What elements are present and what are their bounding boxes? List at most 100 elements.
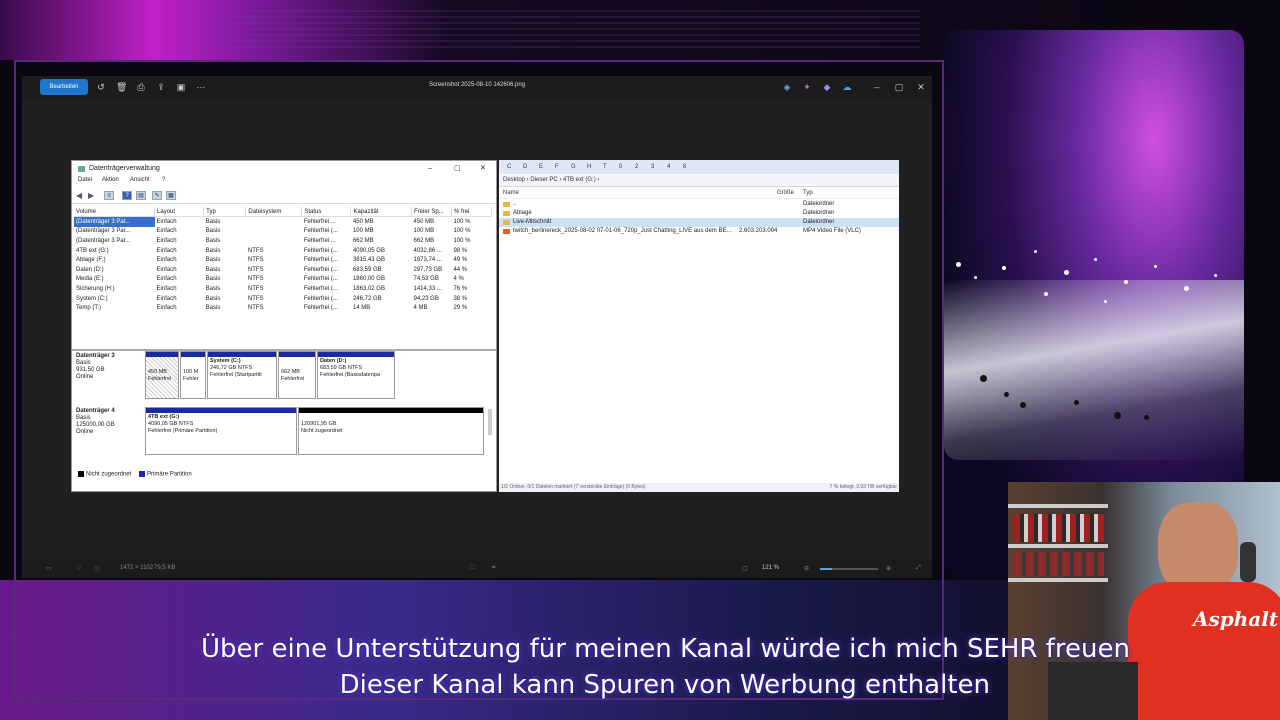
disk3-p1-status: Fehlerfrei bbox=[148, 376, 172, 382]
list-view-icon[interactable]: ≡ bbox=[104, 191, 114, 200]
explorer-status-bar: 1/2 Ordner, 0/1 Dateien markiert (7 vers… bbox=[499, 483, 899, 492]
menu-help[interactable]: ? bbox=[162, 177, 165, 183]
menu-datei[interactable]: Datei bbox=[78, 177, 92, 183]
cloud-icon[interactable]: ☁ bbox=[842, 82, 852, 92]
disk3-partition-daten[interactable]: Daten (D:) 683,59 GB NTFS Fehlerfrei (Basi… bbox=[317, 351, 395, 399]
volume-row[interactable]: 4TB ext (G:) Einfach Basis NTFS Fehlerfrei (… bbox=[74, 246, 492, 256]
disk-view-icon[interactable]: ▤ bbox=[136, 191, 146, 200]
menu-ansicht[interactable]: Ansicht bbox=[130, 177, 150, 183]
col-freier-speicher[interactable]: Freier Sp... bbox=[411, 207, 452, 217]
drive-button[interactable]: 0 bbox=[619, 164, 622, 170]
disk-pane-scrollbar[interactable] bbox=[488, 409, 492, 435]
filmstrip-icon[interactable]: ▭ bbox=[46, 565, 52, 572]
disk3-p2-size: 100 M bbox=[183, 369, 199, 375]
col-size[interactable]: Größe bbox=[777, 190, 794, 196]
back-arrow-icon[interactable]: ◀ bbox=[76, 191, 82, 200]
properties-icon[interactable]: ✎ bbox=[152, 191, 162, 200]
drive-button[interactable]: 3 bbox=[651, 164, 654, 170]
shelf-bottles bbox=[1014, 514, 1104, 542]
image-dimensions: 1472 × 1102 bbox=[120, 565, 154, 571]
disk4-unallocated[interactable]: 120901,95 GB Nicht zugeordnet bbox=[298, 407, 484, 455]
info-status-icon[interactable]: ⓘ bbox=[94, 565, 100, 574]
menu-aktion[interactable]: Aktion bbox=[102, 177, 119, 183]
ai-edit-icon[interactable]: ◈ bbox=[782, 82, 792, 92]
col-dateisystem[interactable]: Dateisystem bbox=[245, 207, 303, 217]
drive-button[interactable]: G bbox=[571, 164, 576, 170]
file-list-item[interactable]: .. Dateiordner bbox=[499, 200, 899, 209]
col-status[interactable]: Status bbox=[301, 207, 352, 217]
disk3-partition-1[interactable]: 450 MB Fehlerfrei bbox=[145, 351, 179, 399]
disk3-partition-2[interactable]: 100 M Fehler bbox=[180, 351, 206, 399]
volume-row[interactable]: (Datenträger 3 Par... Einfach Basis Fehlerf… bbox=[74, 227, 492, 237]
col-name[interactable]: Name bbox=[503, 190, 519, 196]
volume-row[interactable]: Ablage (F:) Einfach Basis NTFS Fehlerfrei (.… bbox=[74, 255, 492, 265]
zoom-in-icon[interactable]: ⊕ bbox=[886, 565, 891, 572]
minimize-icon[interactable]: – bbox=[872, 82, 882, 92]
maximize-icon[interactable]: ▢ bbox=[894, 82, 904, 92]
col-type[interactable]: Typ bbox=[803, 190, 813, 196]
drive-button[interactable]: 8 bbox=[683, 164, 686, 170]
volume-row[interactable]: Daten (D:) Einfach Basis NTFS Fehlerfrei (..… bbox=[74, 265, 492, 275]
disk3-p2-status: Fehler bbox=[183, 376, 199, 382]
dm-maximize-icon[interactable]: ▢ bbox=[454, 161, 461, 177]
disk3-partition-system[interactable]: System (C:) 246,72 GB NTFS Fehlerfrei (Sta… bbox=[207, 351, 277, 399]
drive-button[interactable]: T bbox=[603, 164, 607, 170]
close-icon[interactable]: ✕ bbox=[916, 82, 926, 92]
volume-cell: 1860,00 GB bbox=[352, 276, 385, 283]
designer-icon[interactable]: ◆ bbox=[822, 82, 832, 92]
volume-row[interactable]: (Datenträger 3 Par... Einfach Basis Fehlerf… bbox=[74, 216, 492, 227]
disk3-p3-size: 246,72 GB NTFS bbox=[210, 365, 253, 371]
volume-cell: Basis bbox=[205, 295, 221, 302]
zoom-level[interactable]: 121 % bbox=[762, 565, 779, 571]
folder-icon bbox=[503, 220, 510, 225]
explorer-status-right: 7 % belegt, 3,93 TiB verfügbar bbox=[829, 484, 897, 490]
drive-button[interactable]: F bbox=[555, 164, 559, 170]
volume-cell: Fehlerfrei (... bbox=[303, 257, 338, 264]
volume-row[interactable]: (Datenträger 3 Par... Einfach Basis Fehlerf… bbox=[74, 236, 492, 246]
drive-button[interactable]: H bbox=[587, 164, 591, 170]
col-volume[interactable]: Volume bbox=[74, 207, 156, 217]
file-list-item[interactable]: Live-Mitschnitt Dateiordner bbox=[499, 218, 899, 227]
address-bar[interactable]: Desktop › Dieser PC › 4TB ext (G:) › bbox=[499, 175, 899, 187]
disk4-partition-4tb-ext[interactable]: 4TB ext (G:) 4090,05 GB NTFS Fehlerfrei (P… bbox=[145, 407, 297, 455]
volume-row[interactable]: Media (E:) Einfach Basis NTFS Fehlerfrei (..… bbox=[74, 275, 492, 285]
volume-row[interactable]: Sicherung (H:) Einfach Basis NTFS Fehlerfrei… bbox=[74, 284, 492, 294]
col-layout[interactable]: Layout bbox=[154, 207, 205, 217]
volume-cell: 4TB ext (G:) bbox=[76, 247, 109, 254]
dm-close-icon[interactable]: ✕ bbox=[480, 161, 486, 177]
fullscreen-icon[interactable]: ⤢ bbox=[916, 565, 921, 572]
drive-button[interactable]: E bbox=[539, 164, 543, 170]
volume-cell: Fehlerfrei (... bbox=[303, 295, 338, 302]
disk3-partition-4[interactable]: 662 MB Fehlerfrei bbox=[278, 351, 316, 399]
dm-minimize-icon[interactable]: – bbox=[428, 161, 432, 177]
col-kapazitaet[interactable]: Kapazität bbox=[350, 207, 412, 217]
volume-row[interactable]: System (C:) Einfach Basis NTFS Fehlerfrei (.… bbox=[74, 294, 492, 304]
file-list-item[interactable]: twitch_berlinereck_2025-08-02 07-01-06_7… bbox=[499, 227, 899, 236]
help-icon[interactable]: ? bbox=[122, 191, 132, 200]
volume-cell: 683,59 GB bbox=[352, 266, 382, 273]
crop-icon[interactable]: ⌗ bbox=[492, 565, 495, 572]
effects-icon[interactable]: ✦ bbox=[802, 82, 812, 92]
drive-button[interactable]: D bbox=[523, 164, 527, 170]
drive-button[interactable]: 4 bbox=[667, 164, 670, 170]
volume-cell: Fehlerfrei (... bbox=[303, 266, 338, 273]
file-list-item[interactable]: Ablage Dateiordner bbox=[499, 209, 899, 218]
drive-button[interactable]: 2 bbox=[635, 164, 638, 170]
fit-icon[interactable]: ⛶ bbox=[470, 565, 474, 572]
image-filesize: 79,5 KB bbox=[154, 565, 176, 571]
disk-management-menubar: Datei Aktion Ansicht ? bbox=[72, 177, 496, 188]
refresh-view-icon[interactable]: ▦ bbox=[166, 191, 176, 200]
drive-button[interactable]: C bbox=[507, 164, 511, 170]
volume-cell: 49 % bbox=[453, 257, 468, 264]
forward-arrow-icon[interactable]: ▶ bbox=[88, 191, 94, 200]
col-prozent-frei[interactable]: % frei bbox=[451, 207, 493, 217]
zoom-out-icon[interactable]: ⊖ bbox=[804, 565, 809, 572]
volume-cell: Temp (T:) bbox=[76, 305, 102, 312]
col-typ[interactable]: Typ bbox=[203, 207, 247, 217]
favorite-icon[interactable]: ♡ bbox=[76, 565, 81, 572]
volume-cell: Fehlerfrei ... bbox=[303, 237, 336, 244]
volume-row[interactable]: Temp (T:) Einfach Basis NTFS Fehlerfrei (...… bbox=[74, 303, 492, 313]
volume-cell: NTFS bbox=[247, 285, 264, 292]
webcam-overlay: Asphalt bbox=[1008, 482, 1280, 720]
view-mode-icon[interactable]: ▢ bbox=[742, 565, 748, 572]
